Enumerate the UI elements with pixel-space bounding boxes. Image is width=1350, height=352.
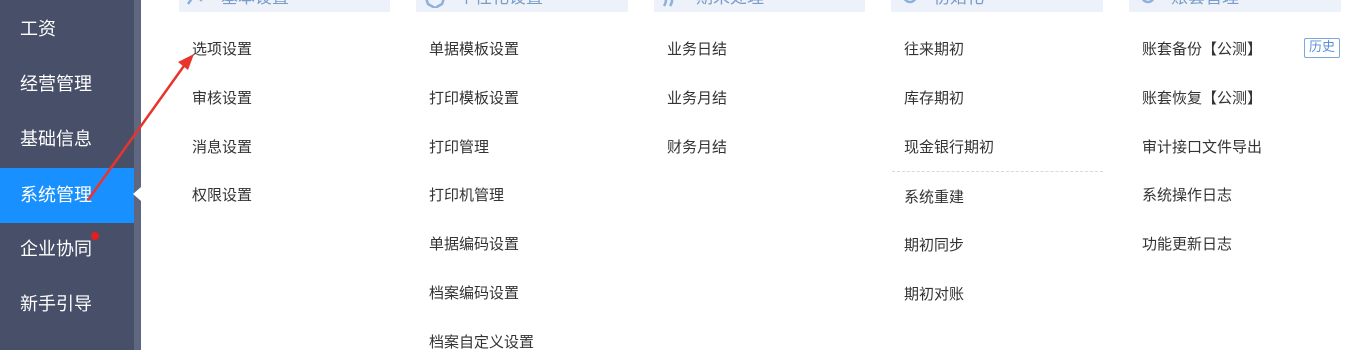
- sidebar-item-label: 基础信息: [20, 129, 92, 150]
- column-header-account-set-management: 账套管理: [1129, 0, 1341, 12]
- menu-item-opening-cash-bank[interactable]: 现金银行期初: [904, 137, 994, 157]
- menu-item-review-settings[interactable]: 审核设置: [192, 88, 252, 108]
- column-header-basic-settings: 基本设置: [179, 0, 390, 12]
- menu-item-archive-code-settings[interactable]: 档案编码设置: [429, 283, 519, 303]
- menu-item-document-code-settings[interactable]: 单据编码设置: [429, 234, 519, 254]
- menu-item-option-settings[interactable]: 选项设置: [192, 39, 252, 59]
- menu-item-printer-management[interactable]: 打印机管理: [429, 185, 504, 205]
- gear-icon: [903, 0, 917, 4]
- menu-item-archive-custom-settings[interactable]: 档案自定义设置: [429, 332, 534, 352]
- column-header-title: 期末处理: [696, 0, 764, 8]
- menu-item-audit-export[interactable]: 审计接口文件导出: [1142, 137, 1262, 157]
- column-header-period-end: 期末处理: [654, 0, 865, 12]
- sidebar-item-label: 工资: [20, 19, 56, 40]
- column-header-title: 基本设置: [221, 0, 289, 8]
- settings-icon: [186, 0, 203, 5]
- sidebar-item-label: 经营管理: [20, 74, 92, 95]
- menu-item-monthly-close[interactable]: 业务月结: [667, 88, 727, 108]
- gear-icon: [1141, 0, 1155, 4]
- sidebar-item-label: 企业协同: [20, 239, 92, 260]
- sidebar-item-business-management[interactable]: 经营管理: [0, 57, 134, 112]
- cycle-icon: [662, 0, 674, 7]
- sidebar-item-system-management[interactable]: 系统管理: [0, 168, 134, 223]
- menu-item-opening-reconcile[interactable]: 期初对账: [904, 284, 964, 304]
- column-header-title: 个性化设置: [458, 0, 543, 8]
- column-header-initialization: 初始化: [891, 0, 1103, 12]
- column-header-title: 账套管理: [1171, 0, 1239, 8]
- menu-item-account-restore[interactable]: 账套恢复【公测】: [1142, 88, 1262, 108]
- menu-item-operation-log[interactable]: 系统操作日志: [1142, 185, 1232, 205]
- sidebar: 工资 经营管理 基础信息 系统管理 企业协同 新手引导: [0, 0, 134, 350]
- menu-item-print-management[interactable]: 打印管理: [429, 137, 489, 157]
- sidebar-item-beginner-guide[interactable]: 新手引导: [0, 277, 134, 332]
- sidebar-item-enterprise-collaboration[interactable]: 企业协同: [0, 222, 134, 277]
- column-header-title: 初始化: [933, 0, 984, 8]
- menu-item-opening-inventory[interactable]: 库存期初: [904, 88, 964, 108]
- menu-item-system-rebuild[interactable]: 系统重建: [904, 187, 964, 207]
- sidebar-item-basic-info[interactable]: 基础信息: [0, 112, 134, 167]
- bubble-icon: [425, 0, 445, 8]
- history-button[interactable]: 历史: [1304, 38, 1340, 58]
- notification-dot: [91, 232, 99, 240]
- menu-item-document-template-settings[interactable]: 单据模板设置: [429, 39, 519, 59]
- section-divider: [892, 171, 1103, 172]
- column-header-personalization: 个性化设置: [416, 0, 628, 12]
- active-indicator-caret: [133, 187, 141, 201]
- sidebar-item-label: 系统管理: [20, 185, 92, 206]
- menu-item-permission-settings[interactable]: 权限设置: [192, 185, 252, 205]
- menu-item-print-template-settings[interactable]: 打印模板设置: [429, 88, 519, 108]
- menu-item-daily-close[interactable]: 业务日结: [667, 39, 727, 59]
- menu-item-message-settings[interactable]: 消息设置: [192, 137, 252, 157]
- menu-item-opening-receivables[interactable]: 往来期初: [904, 39, 964, 59]
- menu-item-update-log[interactable]: 功能更新日志: [1142, 234, 1232, 254]
- menu-item-opening-sync[interactable]: 期初同步: [904, 235, 964, 255]
- menu-item-financial-monthly-close[interactable]: 财务月结: [667, 137, 727, 157]
- sidebar-scroll-strip: [134, 0, 141, 350]
- sidebar-item-label: 新手引导: [20, 294, 92, 315]
- sidebar-item-salary[interactable]: 工资: [0, 2, 134, 57]
- menu-item-account-backup[interactable]: 账套备份【公测】: [1142, 39, 1262, 59]
